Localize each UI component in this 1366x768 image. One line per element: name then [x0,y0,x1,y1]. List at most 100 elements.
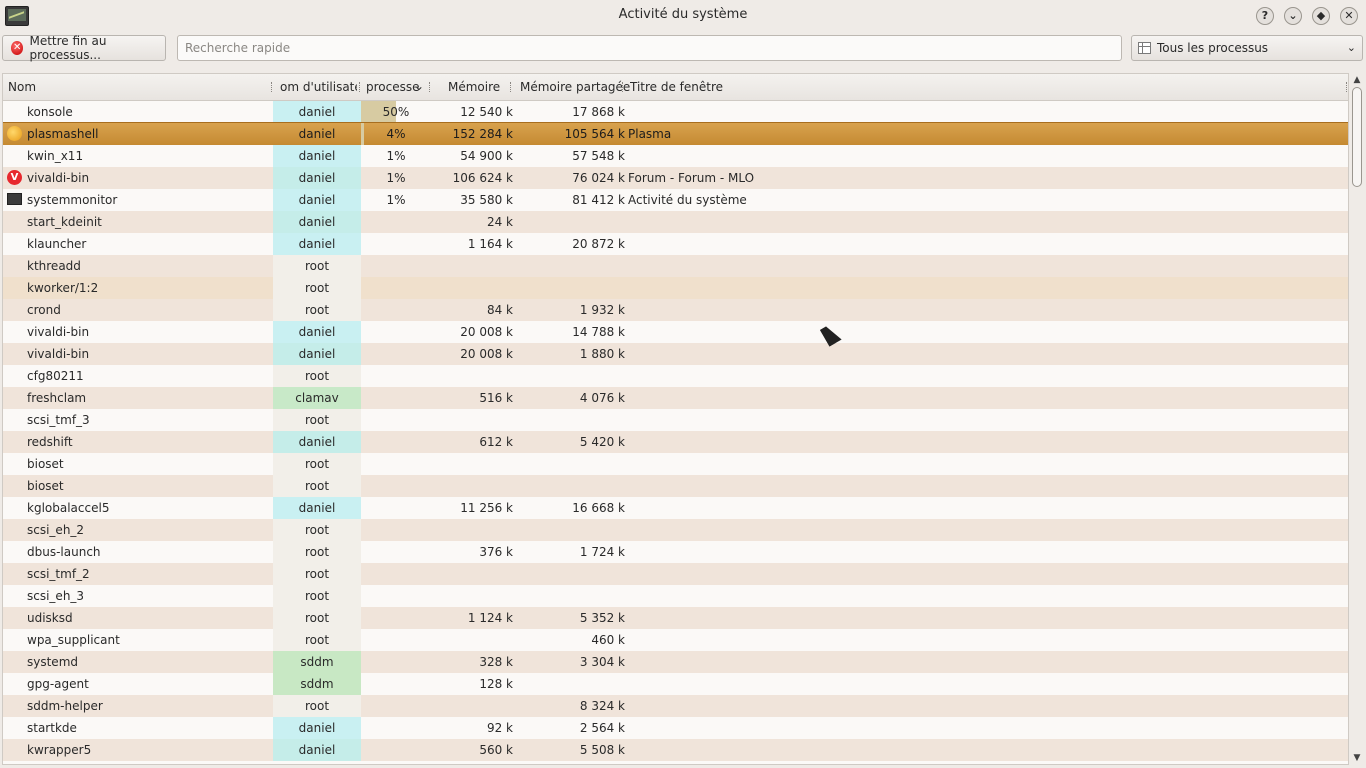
process-name: bioset [27,457,64,471]
process-cpu: 1% [386,193,406,207]
process-cpu [361,475,431,497]
process-name: cfg80211 [27,369,84,383]
table-row[interactable]: vivaldi-bin daniel 20 008 k 1 880 k [3,343,1348,365]
column-resize-handle[interactable] [271,82,273,92]
title-bar[interactable]: Activité du système ? ⌄ ◆ ✕ [0,0,1366,32]
chevron-down-icon: ⌄ [1346,41,1356,54]
column-resize-handle[interactable] [359,82,361,92]
process-shared-memory [513,277,625,299]
process-user: daniel [273,343,361,365]
table-row[interactable]: wpa_supplicant root 460 k [3,629,1348,651]
table-row[interactable]: redshift daniel 612 k 5 420 k [3,431,1348,453]
table-row[interactable]: cfg80211 root [3,365,1348,387]
close-button[interactable]: ✕ [1340,7,1358,25]
process-cpu [361,673,431,695]
process-memory: 560 k [479,743,513,757]
process-shared-memory [513,563,625,585]
process-table[interactable]: Nom om d'utilisateı processe ⌄ Mémoire M… [2,73,1349,765]
process-cpu [361,409,431,431]
column-resize-handle[interactable] [510,82,512,92]
process-user: root [273,629,361,651]
column-resize-handle[interactable] [429,82,431,92]
process-name: scsi_tmf_2 [27,567,90,581]
table-row[interactable]: start_kdeinit daniel 24 k [3,211,1348,233]
table-row[interactable]: systemd sddm 328 k 3 304 k [3,651,1348,673]
scroll-up-arrow-icon[interactable]: ▲ [1352,75,1362,85]
column-header-cpu[interactable]: processe [366,80,420,94]
process-shared-memory: 20 872 k [572,237,625,251]
vivaldi-icon: V [6,167,22,189]
process-shared-memory: 105 564 k [564,127,625,141]
process-filter-value: Tous les processus [1157,41,1269,55]
process-user: root [273,365,361,387]
table-row[interactable]: konsole daniel 50% 12 540 k 17 868 k [3,101,1348,123]
help-button[interactable]: ? [1256,7,1274,25]
table-row[interactable]: scsi_eh_2 root [3,519,1348,541]
sort-descending-icon: ⌄ [414,79,425,93]
process-memory: 328 k [479,655,513,669]
table-row[interactable]: vivaldi-bin daniel 20 008 k 14 788 k [3,321,1348,343]
table-row[interactable]: scsi_tmf_3 root [3,409,1348,431]
table-header: Nom om d'utilisateı processe ⌄ Mémoire M… [3,74,1348,101]
kill-icon: ✕ [11,41,24,55]
table-row[interactable]: plasmashell daniel 4% 152 284 k 105 564 k Pla… [3,122,1348,146]
table-row[interactable]: sddm-helper root 8 324 k [3,695,1348,717]
table-row[interactable]: kglobalaccel5 daniel 11 256 k 16 668 k [3,497,1348,519]
process-name: kglobalaccel5 [27,501,110,515]
table-row[interactable]: dbus-launch root 376 k 1 724 k [3,541,1348,563]
column-header-shared-memory[interactable]: Mémoire partagée [520,80,630,94]
column-resize-handle[interactable] [1346,82,1348,92]
process-shared-memory [513,453,625,475]
process-filter-select[interactable]: Tous les processus ⌄ [1131,35,1363,61]
process-shared-memory: 5 352 k [579,611,625,625]
maximize-button[interactable]: ◆ [1312,7,1330,25]
kill-process-button[interactable]: ✕ Mettre fin au processus... [2,34,166,62]
process-name: freshclam [27,391,87,405]
quick-search-input[interactable] [177,35,1122,61]
process-cpu [361,233,431,255]
table-row[interactable]: freshclam clamav 516 k 4 076 k [3,387,1348,409]
process-user: daniel [298,127,336,141]
table-row[interactable]: crond root 84 k 1 932 k [3,299,1348,321]
table-row[interactable]: systemmonitor daniel 1% 35 580 k 81 412 k Act… [3,189,1348,211]
table-row[interactable]: kwin_x11 daniel 1% 54 900 k 57 548 k [3,145,1348,167]
process-memory [431,585,513,607]
process-user: daniel [273,717,361,739]
process-user: daniel [273,233,361,255]
minimize-button[interactable]: ⌄ [1284,7,1302,25]
table-row[interactable]: kwrapper5 daniel 560 k 5 508 k [3,739,1348,761]
column-header-user[interactable]: om d'utilisateı [280,80,357,94]
table-row[interactable]: Vvivaldi-bin daniel 1% 106 624 k 76 024 k For… [3,167,1348,189]
table-row[interactable]: bioset root [3,453,1348,475]
process-user: root [273,409,361,431]
table-row[interactable]: startkde daniel 92 k 2 564 k [3,717,1348,739]
process-user: root [273,277,361,299]
table-row[interactable]: scsi_tmf_2 root [3,563,1348,585]
process-memory [431,519,513,541]
table-row[interactable]: gpg-agent sddm 128 k [3,673,1348,695]
column-header-name[interactable]: Nom [8,80,36,94]
table-row[interactable]: udisksd root 1 124 k 5 352 k [3,607,1348,629]
table-row[interactable]: kthreadd root [3,255,1348,277]
scrollbar-thumb[interactable] [1352,87,1362,187]
process-name: vivaldi-bin [27,171,90,185]
process-user: daniel [273,189,361,211]
vertical-scrollbar[interactable]: ▲ ▼ [1350,73,1364,765]
column-resize-handle[interactable] [622,82,624,92]
process-window-title: Activité du système [628,193,747,207]
table-row[interactable]: scsi_eh_3 root [3,585,1348,607]
scroll-down-arrow-icon[interactable]: ▼ [1352,753,1362,763]
table-row[interactable]: klauncher daniel 1 164 k 20 872 k [3,233,1348,255]
process-user: daniel [273,101,361,123]
process-memory: 152 284 k [452,127,513,141]
column-header-memory[interactable]: Mémoire [448,80,500,94]
table-row[interactable]: kworker/1:2 root [3,277,1348,299]
process-name: kthreadd [27,259,81,273]
column-header-window-title[interactable]: Titre de fenêtre [630,80,723,94]
table-row[interactable]: bioset root [3,475,1348,497]
process-memory: 24 k [486,215,513,229]
kill-process-label: Mettre fin au processus... [29,34,107,62]
process-name: startkde [27,721,77,735]
process-shared-memory [513,585,625,607]
process-shared-memory: 2 564 k [579,721,625,735]
